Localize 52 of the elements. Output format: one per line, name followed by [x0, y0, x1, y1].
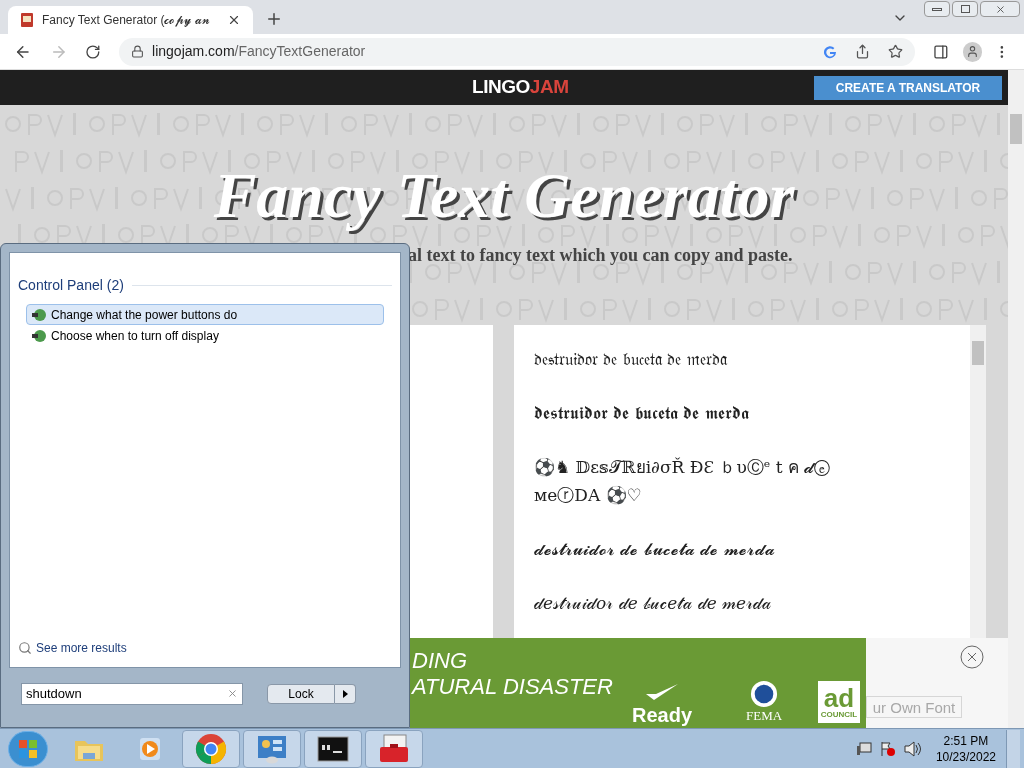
restore-button[interactable]	[952, 1, 978, 17]
profile-icon[interactable]	[962, 41, 983, 62]
fancy-text-output[interactable]: 𝔡𝔢𝔰𝔱𝔯𝔲𝔦𝔡𝔬𝔯 𝔡𝔢 𝔟𝔲𝔠𝔢𝔱𝔞 𝔡𝔢 𝔪𝔢𝔯𝔡𝔞	[534, 345, 894, 373]
fancy-text-output[interactable]: ⚽♞ 𝔻ɛ𝕤𝓣ℝยi∂σŘ ĐƐ ｂυⒸᵉ t ค 𝓭ⓔ ᴍeⓡDΑ ⚽♡	[534, 453, 894, 509]
site-logo[interactable]: LINGOJAM	[472, 73, 569, 102]
toolbox-icon	[378, 733, 410, 764]
browser-tab[interactable]: Fancy Text Generator (𝓬𝓸𝓹𝔂 𝓪𝓷	[8, 6, 253, 34]
search-result-item[interactable]: Choose when to turn off display	[26, 325, 384, 346]
ad-text: ATURAL DISASTER	[412, 674, 613, 700]
start-button[interactable]	[8, 730, 48, 767]
url-text: lingojam.com/FancyTextGenerator	[152, 42, 366, 61]
network-icon[interactable]	[855, 740, 872, 757]
share-icon[interactable]	[854, 44, 870, 59]
flag-icon[interactable]	[879, 740, 896, 757]
bookmark-star-icon[interactable]	[887, 44, 903, 59]
seal-icon	[750, 680, 779, 708]
close-icon[interactable]	[960, 645, 984, 669]
side-panel-icon[interactable]	[932, 43, 949, 60]
new-tab-icon[interactable]	[265, 10, 283, 28]
search-icon	[18, 641, 32, 655]
address-bar[interactable]: lingojam.com/FancyTextGenerator	[119, 37, 915, 66]
fema-logo: FEMA	[746, 708, 783, 724]
terminal-icon	[317, 735, 349, 762]
volume-icon[interactable]	[903, 740, 922, 757]
control-panel-icon	[256, 733, 288, 764]
google-icon[interactable]	[822, 44, 837, 59]
group-heading: Control Panel (2)	[18, 276, 124, 295]
taskbar-button[interactable]	[304, 729, 362, 768]
lock-button[interactable]: Lock	[267, 683, 335, 704]
see-more-link[interactable]: See more results	[36, 639, 127, 657]
ad-text: DING	[412, 648, 467, 674]
close-icon[interactable]	[227, 13, 241, 27]
page-title: Fancy Text Generator	[213, 160, 795, 232]
clear-icon[interactable]	[227, 688, 238, 699]
chrome-icon	[195, 732, 227, 765]
lock-icon	[131, 45, 145, 58]
clock[interactable]: 2:51 PM 10/23/2022	[935, 732, 996, 765]
power-plug-icon	[31, 327, 47, 344]
page-subtitle: al text to fancy text which you can copy and paste.	[408, 244, 794, 267]
fancy-text-output[interactable]: 𝒹𝑒𝓈𝓉𝓇𝓊𝒾𝒹𝑜𝓇 𝒹𝑒 𝒷𝓊𝒸𝑒𝓉𝒶 𝒹𝑒 𝓂𝑒𝓇𝒹𝒶	[534, 589, 894, 617]
notebook-icon	[20, 12, 34, 28]
reload-icon[interactable]	[85, 43, 102, 60]
ready-logo: Ready	[632, 704, 693, 726]
tab-title: Fancy Text Generator (𝓬𝓸𝓹𝔂 𝓪𝓷	[42, 12, 210, 29]
fancy-text-output[interactable]: 𝖉𝖊𝖘𝖙𝖗𝖚𝖎𝖉𝖔𝖗 𝖉𝖊 𝖇𝖚𝖈𝖊𝖙𝖆 𝖉𝖊 𝖒𝖊𝖗𝖉𝖆	[534, 399, 894, 427]
ad-council-logo: ad COUNCIL	[818, 681, 860, 723]
fancy-text-output[interactable]: 𝓭𝓮𝓼𝓽𝓻𝓾𝓲𝓭𝓸𝓻 𝓭𝓮 𝓫𝓾𝓬𝓮𝓽𝓪 𝓭𝓮 𝓶𝓮𝓻𝓭𝓪	[534, 535, 894, 563]
search-result-item[interactable]: Change what the power buttons do	[26, 304, 384, 325]
search-field[interactable]: shutdown	[21, 682, 243, 705]
power-plug-icon	[31, 306, 47, 323]
minimize-button[interactable]	[924, 1, 950, 17]
close-icon	[994, 3, 1006, 15]
